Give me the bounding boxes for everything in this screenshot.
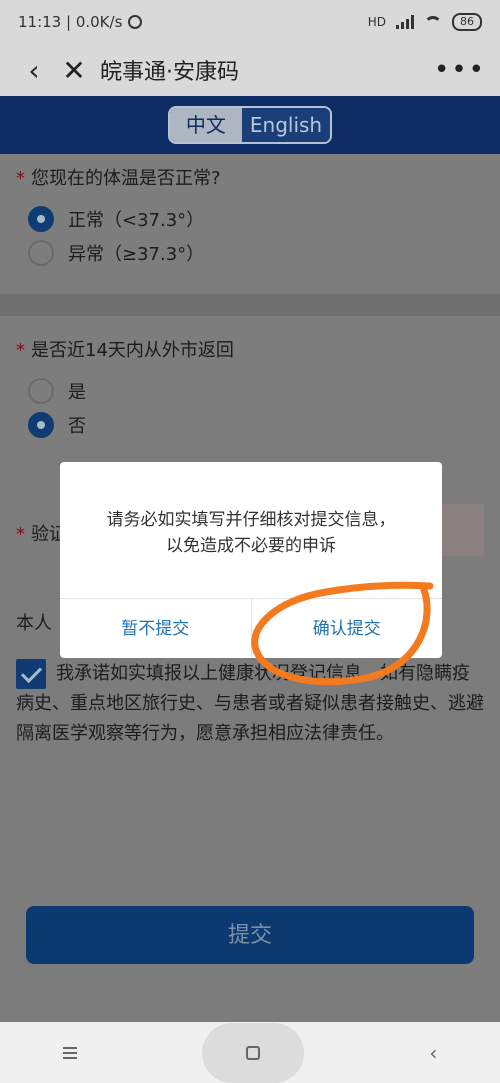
- question-travel: * 是否近14天内从外市返回 是 否: [0, 316, 500, 452]
- lang-chinese-button[interactable]: 中文: [169, 108, 242, 142]
- divider: [0, 294, 500, 316]
- page-title: 皖事通·安康码: [100, 60, 239, 85]
- language-bar: 中文 English: [0, 96, 500, 154]
- title-bar: ‹ ✕ 皖事通·安康码 •••: [0, 44, 500, 96]
- commitment-text: 我承诺如实填报以上健康状况登记信息，如有隐瞒疫病史、重点地区旅行史、与患者或者疑…: [16, 663, 484, 744]
- home-icon: [245, 1045, 260, 1060]
- language-toggle: 中文 English: [167, 106, 333, 144]
- required-marker: *: [16, 340, 25, 361]
- commitment-statement: 我承诺如实填报以上健康状况登记信息，如有隐瞒疫病史、重点地区旅行史、与患者或者疑…: [16, 659, 486, 749]
- dialog-message: 请务必如实填写并仔细核对提交信息， 以免造成不必要的申诉: [106, 510, 396, 556]
- battery-icon: 86: [452, 13, 482, 31]
- home-button[interactable]: [201, 1022, 304, 1083]
- person-label: 本人: [16, 613, 52, 634]
- option-yes[interactable]: 是: [28, 374, 484, 408]
- system-nav-bar: ‹: [0, 1022, 500, 1083]
- lang-english-button[interactable]: English: [241, 108, 331, 142]
- signal-icon: [396, 15, 414, 29]
- question-label: 您现在的体温是否正常?: [31, 168, 221, 189]
- dialog-actions: 暂不提交 确认提交: [60, 598, 442, 658]
- more-icon[interactable]: •••: [434, 55, 486, 85]
- question-temperature: * 您现在的体温是否正常? 正常（<37.3°） 异常（≥37.3°）: [0, 154, 500, 280]
- option-abnormal[interactable]: 异常（≥37.3°）: [28, 236, 484, 270]
- close-icon[interactable]: ✕: [54, 54, 94, 87]
- radio-unchecked[interactable]: [28, 378, 54, 404]
- status-bar: 11:13 | 0.0K/s HD 86: [0, 0, 500, 44]
- option-normal[interactable]: 正常（<37.3°）: [28, 202, 484, 236]
- wifi-icon: [424, 16, 442, 28]
- question-label: 是否近14天内从外市返回: [31, 340, 234, 361]
- required-marker: *: [16, 168, 25, 189]
- back-nav-icon[interactable]: ‹: [429, 1041, 437, 1065]
- radio-unchecked[interactable]: [28, 240, 54, 266]
- confirm-dialog: 请务必如实填写并仔细核对提交信息， 以免造成不必要的申诉 暂不提交 确认提交: [60, 462, 442, 658]
- submit-button[interactable]: 提交: [26, 906, 474, 964]
- radio-checked[interactable]: [28, 412, 54, 438]
- back-icon[interactable]: ‹: [14, 54, 54, 87]
- hd-label: HD: [367, 15, 386, 29]
- radio-checked[interactable]: [28, 206, 54, 232]
- confirm-submit-button[interactable]: 确认提交: [250, 599, 443, 658]
- menu-icon[interactable]: [62, 1046, 77, 1059]
- option-no[interactable]: 否: [28, 408, 484, 442]
- status-time: 11:13 | 0.0K/s: [18, 13, 123, 31]
- alarm-icon: [128, 15, 143, 29]
- cancel-submit-button[interactable]: 暂不提交: [60, 599, 251, 658]
- commitment-checkbox[interactable]: [16, 659, 46, 689]
